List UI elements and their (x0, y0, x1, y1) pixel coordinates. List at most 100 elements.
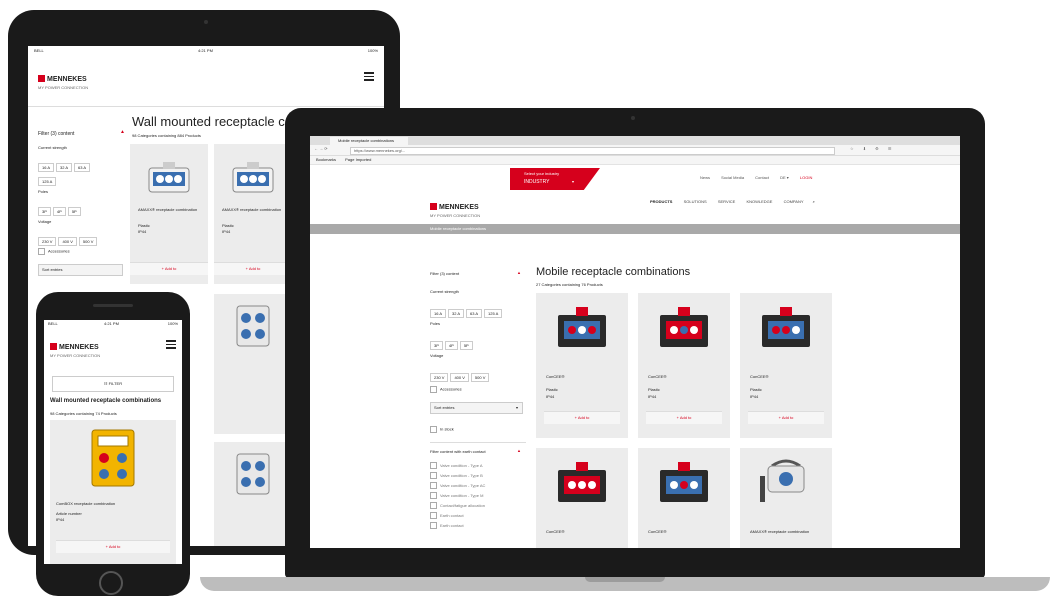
phone-logo[interactable]: MENNEKES MY POWER CONNECTION (50, 336, 100, 359)
laptop-product-card[interactable]: ConCEE® (638, 448, 730, 548)
filter-icon: ☷ (103, 381, 108, 386)
tablet-product-card[interactable] (214, 294, 292, 434)
tablet-chip-4p[interactable]: 4P (52, 207, 66, 216)
top-link-contact[interactable]: Contact (755, 175, 769, 180)
filter2-checkbox[interactable] (430, 472, 437, 480)
laptop-product-card[interactable]: ConCEE® (536, 448, 628, 548)
laptop-add-button[interactable]: + Add to (544, 411, 620, 424)
laptop-chip-16a[interactable]: 16 A (430, 309, 447, 318)
laptop-chip-400v[interactable]: 400 V (450, 373, 469, 382)
bookmark-1[interactable]: Bookmarks (316, 157, 336, 162)
filter2-item[interactable]: Contact/fatigue allocation (430, 501, 485, 511)
laptop-voltage-label: Voltage (430, 353, 444, 358)
tablet-chip-125a[interactable]: 125 A (38, 177, 57, 186)
tablet-chip-32a[interactable]: 32 A (56, 163, 73, 172)
laptop-sort-select[interactable]: Sort entries ▾ (430, 402, 523, 414)
top-link-login[interactable]: LOGIN (800, 175, 812, 180)
tablet-card-name: AMAXX® receptacle combination (222, 207, 282, 212)
phone-product-card[interactable]: ComBOX receptacle combination Article nu… (50, 420, 176, 564)
top-link-social[interactable]: Social Media (721, 175, 744, 180)
tablet-chip-3p[interactable]: 3P (38, 207, 51, 216)
nav-knowledge[interactable]: KNOWLEDGE (746, 199, 772, 204)
tablet-add-button[interactable]: + Add to (130, 262, 208, 275)
tablet-product-card[interactable] (214, 442, 292, 546)
laptop-card-name: AMAXX® receptacle combination (750, 529, 810, 534)
phone-add-button[interactable]: + Add to (56, 540, 170, 553)
laptop-card-label: Plastic (648, 387, 660, 392)
laptop-product-card[interactable]: ConCEE® Plastic IP44 + Add to (740, 293, 832, 438)
tablet-product-card[interactable]: AMAXX® receptacle combination Plastic IP… (130, 144, 208, 284)
laptop-product-card[interactable]: AMAXX® receptacle combination (740, 448, 832, 548)
filter2-checkbox[interactable] (430, 492, 437, 500)
laptop-card-label: Plastic (750, 387, 762, 392)
laptop-filter-title[interactable]: Filter (3) content (430, 271, 459, 277)
laptop-in-stock[interactable]: In stock (430, 426, 454, 433)
laptop-chip-3p[interactable]: 3P (430, 341, 443, 350)
in-stock-checkbox[interactable] (430, 426, 437, 433)
tablet-chip-230v[interactable]: 230 V (38, 237, 57, 246)
phone-menu-icon[interactable] (166, 338, 176, 351)
tablet-add-button[interactable]: + Add to (214, 262, 292, 275)
laptop-chip-63a[interactable]: 63 A (466, 309, 483, 318)
filter2-checkbox[interactable] (430, 522, 437, 530)
filter2-checkbox[interactable] (430, 512, 437, 520)
laptop-chip-500v[interactable]: 500 V (470, 373, 490, 382)
laptop-accessories-checkbox[interactable] (430, 386, 437, 393)
top-link-news[interactable]: News (700, 175, 710, 180)
search-icon[interactable]: ⌕ (813, 199, 815, 204)
filter2-checkbox[interactable] (430, 462, 437, 470)
nav-service[interactable]: SERVICE (718, 199, 736, 204)
phone-filter-button[interactable]: ☷ FILTER (52, 376, 174, 392)
nav-solutions[interactable]: SOLUTIONS (684, 199, 707, 204)
tablet-product-card[interactable]: AMAXX® receptacle combination Plastic IP… (214, 144, 292, 284)
tablet-accessories-checkbox[interactable] (38, 248, 45, 255)
nav-company[interactable]: COMPANY (784, 199, 804, 204)
laptop-chip-125a[interactable]: 125 A (484, 309, 503, 318)
laptop-filter-chevron-icon[interactable]: ▲ (517, 270, 521, 276)
laptop-chip-32a[interactable]: 32 A (448, 309, 465, 318)
laptop-product-card[interactable]: ConCEE® Plastic IP44 + Add to (536, 293, 628, 438)
tablet-sort-select[interactable]: Sort entries (38, 264, 123, 276)
laptop-poles-label: Poles (430, 321, 441, 326)
browser-toolbar-icons[interactable]: ☆ ⬇ ⚙ ☰ (850, 146, 895, 152)
tablet-menu-icon[interactable] (364, 70, 374, 83)
main-nav: PRODUCTS SOLUTIONS SERVICE KNOWLEDGE COM… (650, 199, 815, 205)
laptop-chip-230v[interactable]: 230 V (430, 373, 449, 382)
tablet-logo[interactable]: MENNEKES MY POWER CONNECTION (38, 68, 88, 91)
bookmark-2[interactable]: Page Imported (345, 157, 371, 162)
laptop-chip-5p[interactable]: 5P (459, 341, 473, 350)
phone-home-button[interactable] (99, 571, 123, 595)
filter2-item-label: Valve condition - Type A (440, 463, 483, 468)
laptop-add-button[interactable]: + Add to (748, 411, 824, 424)
tablet-chip-500v[interactable]: 500 V (78, 237, 98, 246)
laptop-accessories-label: Accessories (440, 386, 462, 392)
browser-tab[interactable]: Mobile receptacle combinations (330, 137, 408, 145)
laptop-accessories[interactable]: Accessories (430, 386, 462, 393)
top-link-language[interactable]: DE ▾ (780, 175, 789, 180)
laptop-logo[interactable]: MENNEKES MY POWER CONNECTION (430, 196, 480, 219)
tablet-accessories[interactable]: Accessories (38, 248, 70, 255)
laptop-product-card[interactable]: ConCEE® Plastic IP44 + Add to (638, 293, 730, 438)
laptop-filter2-chevron-icon[interactable]: ▲ (517, 448, 521, 454)
tablet-filter-title[interactable]: Filter (3) content (38, 131, 74, 137)
laptop-chip-4p[interactable]: 4P (444, 341, 458, 350)
filter2-item[interactable]: Valve condition - Type B (430, 471, 485, 481)
filter2-item[interactable]: Earth contact (430, 521, 485, 531)
filter2-item[interactable]: Valve condition - Type A (430, 461, 485, 471)
laptop-filter2-title[interactable]: Filter content with earth contact (430, 449, 486, 455)
tablet-chip-5p[interactable]: 5P (67, 207, 81, 216)
tablet-chip-400v[interactable]: 400 V (58, 237, 77, 246)
laptop-add-button[interactable]: + Add to (646, 411, 722, 424)
nav-products[interactable]: PRODUCTS (650, 199, 672, 204)
filter2-item[interactable]: Valve condition - Type AC (430, 481, 485, 491)
filter2-checkbox[interactable] (430, 502, 437, 510)
tablet-chip-63a[interactable]: 63 A (74, 163, 91, 172)
filter2-checkbox[interactable] (430, 482, 437, 490)
browser-nav-icons[interactable]: ← → ⟳ (314, 146, 328, 152)
industry-selector[interactable]: Select your industry INDUSTRY ▾ (510, 168, 600, 190)
url-field[interactable]: https://www.mennekes.org/... (350, 147, 835, 155)
breadcrumb-item[interactable]: Mobile receptacle combinations (430, 226, 486, 231)
tablet-filter-chevron-icon[interactable]: ▲ (120, 129, 125, 135)
filter2-item[interactable]: Valve condition - Type M (430, 491, 485, 501)
filter2-item[interactable]: Earth contact (430, 511, 485, 521)
